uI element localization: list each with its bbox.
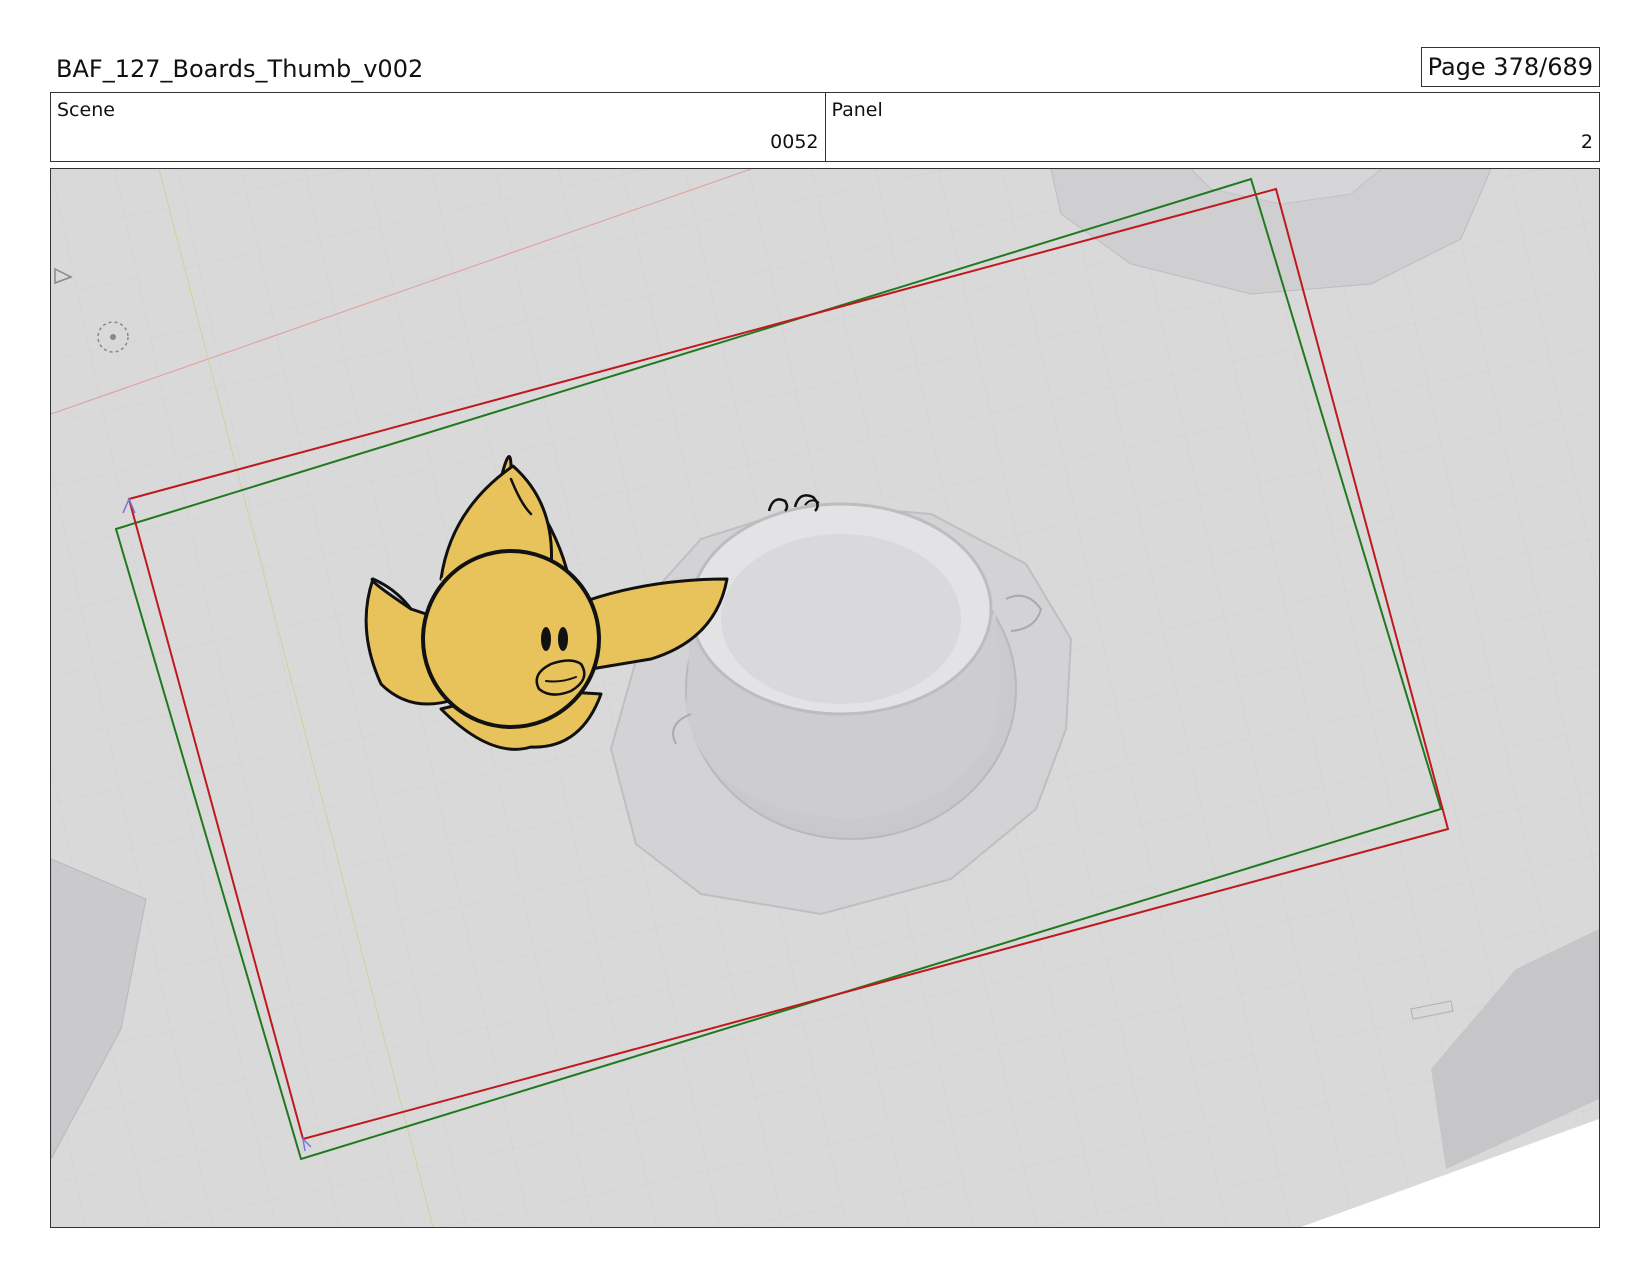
scene-number: 0052 <box>770 131 819 153</box>
panel-number: 2 <box>1580 131 1593 153</box>
storyboard-image <box>51 169 1599 1227</box>
panel-label: Panel <box>831 99 883 121</box>
storyboard-frame <box>50 168 1600 1228</box>
scene-label: Scene <box>57 99 115 121</box>
panel-cell: Panel 2 <box>824 93 1600 161</box>
document-title: BAF_127_Boards_Thumb_v002 <box>56 55 424 83</box>
page-number: Page 378/689 <box>1420 47 1600 87</box>
scene-panel-info: Scene 0052 Panel 2 <box>50 92 1600 162</box>
scene-cell: Scene 0052 <box>51 93 825 161</box>
